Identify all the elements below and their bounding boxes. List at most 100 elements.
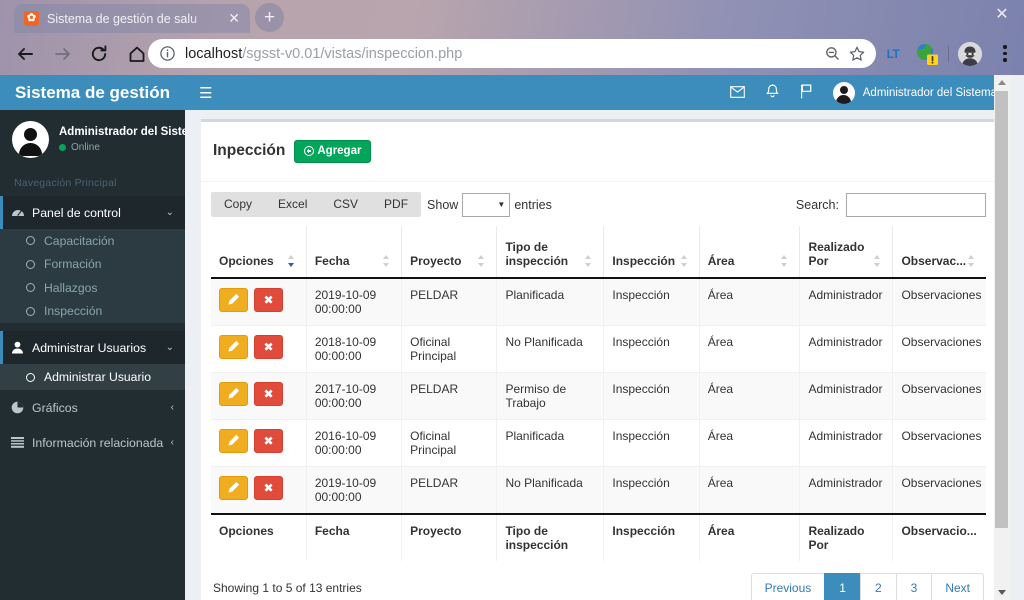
sort-desc-icon	[287, 254, 299, 267]
delete-button[interactable]: ✖	[254, 475, 283, 500]
new-tab-button[interactable]: +	[255, 3, 284, 32]
table-footer-controls: Showing 1 to 5 of 13 entries Previous 1 …	[211, 561, 986, 600]
sort-down-arrow	[383, 262, 390, 267]
column-header-realizado-por[interactable]: Realizado Por	[799, 225, 893, 279]
sort-icon	[968, 254, 979, 267]
search-label: Search:	[795, 197, 839, 212]
pagination-page-2[interactable]: 2	[859, 572, 896, 600]
add-button[interactable]: Agregar	[294, 139, 372, 164]
bell-icon[interactable]	[765, 84, 779, 101]
address-bar[interactable]: localhost/sgsst-v0.01/vistas/inspeccion.…	[148, 39, 876, 68]
scroll-up-arrow-icon[interactable]	[994, 75, 1009, 90]
pagination-page-3[interactable]: 3	[895, 572, 932, 600]
site-info-icon[interactable]	[159, 45, 176, 62]
navbar-user-menu[interactable]: Administrador del Sistema	[832, 81, 997, 104]
kebab-menu-icon[interactable]	[996, 42, 1014, 66]
sidebar-item-inspeccion[interactable]: Inspección	[0, 300, 185, 324]
sidebar-group-administrar-usuarios[interactable]: Administrar Usuarios ⌄ Administrar Usuar…	[0, 331, 185, 390]
profile-avatar-icon[interactable]	[958, 41, 982, 66]
csv-button[interactable]: CSV	[320, 192, 371, 217]
delete-button[interactable]: ✖	[254, 381, 283, 406]
sort-up-arrow	[874, 254, 881, 259]
cell-fecha: 2018-10-09 00:00:00	[305, 325, 402, 373]
edit-button[interactable]	[219, 287, 248, 312]
edit-button[interactable]	[219, 381, 248, 406]
entries-select[interactable]: ▼	[462, 192, 511, 217]
sort-icon	[781, 254, 792, 267]
window-close-icon[interactable]: ✕	[988, 2, 1016, 28]
cell-proyecto: Oficinal Principal	[401, 325, 497, 373]
language-tool-icon[interactable]: LT	[882, 43, 904, 65]
copy-button[interactable]: Copy	[211, 192, 265, 217]
sidebar-item-hallazgos[interactable]: Hallazgos	[0, 276, 185, 300]
column-header-observaciones[interactable]: Observac...	[892, 225, 986, 279]
column-header-label: Proyecto	[410, 253, 462, 268]
delete-button[interactable]: ✖	[254, 428, 283, 453]
arrow-down	[997, 590, 1006, 595]
cell-observacion: Observaciones	[892, 466, 986, 515]
delete-button[interactable]: ✖	[254, 334, 283, 359]
column-header-tipo-de-inspeccion[interactable]: Tipo de inspección	[496, 225, 604, 279]
sidebar-item-administrar-usuarios[interactable]: Administrar Usuarios ⌄	[0, 331, 185, 364]
column-header-inspeccion[interactable]: Inspección	[603, 225, 700, 279]
pagination-previous[interactable]: Previous	[750, 572, 825, 600]
show-label: Show	[427, 197, 459, 212]
page-viewport: Sistema de gestión Administrador del Sis…	[0, 75, 1024, 600]
scrollbar-thumb[interactable]	[995, 91, 1008, 528]
sidebar-item-graficos[interactable]: Gráficos ‹	[0, 390, 185, 425]
brand-logo[interactable]: Sistema de gestión	[0, 75, 185, 110]
sidebar-item-label: Información relacionada	[32, 435, 164, 450]
column-header-fecha[interactable]: Fecha	[305, 225, 402, 279]
edit-button[interactable]	[219, 475, 248, 500]
cell-proyecto: Oficinal Principal	[401, 419, 497, 467]
excel-button[interactable]: Excel	[265, 192, 320, 217]
star-icon[interactable]	[844, 45, 870, 63]
page-scrollbar[interactable]	[994, 75, 1009, 600]
sidebar-group-graficos[interactable]: Gráficos ‹	[0, 390, 185, 425]
cell-realizado-por: Administrador	[799, 419, 893, 467]
content-panel: Inpección Agregar Copy Excel CSV PDF Sho…	[201, 119, 996, 600]
column-header-area[interactable]: Área	[698, 225, 800, 279]
column-header-proyecto[interactable]: Proyecto	[401, 225, 497, 279]
edit-button[interactable]	[219, 428, 248, 453]
navbar-user-name: Administrador del Sistema	[862, 86, 997, 99]
sidebar-item-formacion[interactable]: Formación	[0, 253, 185, 277]
sidebar-group-panel-de-control[interactable]: Panel de control ⌄ Capacitación Formació…	[0, 196, 185, 323]
cell-area: Área	[698, 277, 800, 326]
hamburger-icon[interactable]: ☰	[199, 84, 212, 102]
pagination: Previous 1 2 3 Next	[750, 572, 984, 600]
edit-button[interactable]	[219, 334, 248, 359]
browser-tab[interactable]: ✿ Sistema de gestión de salu ✕	[14, 4, 250, 33]
close-icon[interactable]: ✕	[224, 10, 244, 27]
sidebar-item-capacitacion[interactable]: Capacitación	[0, 229, 185, 253]
pagination-page-1[interactable]: 1	[824, 572, 860, 600]
column-header-label: Área	[707, 253, 735, 268]
sidebar-user-panel[interactable]: Administrador del Sistema Online	[0, 110, 205, 168]
footer-tipo: Tipo de inspección	[496, 512, 604, 561]
sidebar-item-informacion-relacionada[interactable]: Información relacionada ‹	[0, 425, 185, 460]
sort-down-arrow	[680, 262, 687, 267]
chevron-left-icon: ‹	[170, 402, 174, 413]
forward-arrow-icon[interactable]	[48, 39, 78, 69]
pdf-button[interactable]: PDF	[371, 192, 421, 217]
flag-icon[interactable]	[800, 84, 812, 101]
cell-inspeccion: Inspección	[603, 277, 700, 326]
table-row: ✖ 2016-10-09 00:00:00 Oficinal Principal…	[211, 419, 986, 467]
cell-realizado-por: Administrador	[799, 325, 893, 373]
reload-icon[interactable]	[84, 39, 114, 69]
zoom-out-icon[interactable]	[820, 45, 844, 62]
pagination-next[interactable]: Next	[931, 572, 984, 600]
sidebar-item-panel-de-control[interactable]: Panel de control ⌄	[0, 196, 185, 229]
back-arrow-icon[interactable]	[10, 39, 40, 69]
footer-area: Área	[698, 512, 800, 561]
scroll-down-arrow-icon[interactable]	[994, 585, 1009, 600]
sort-down-arrow	[874, 262, 881, 267]
globe-warning-icon[interactable]	[914, 42, 940, 66]
content-wrapper: Inpección Agregar Copy Excel CSV PDF Sho…	[185, 110, 1009, 600]
envelope-icon[interactable]	[729, 85, 745, 100]
column-header-opciones[interactable]: Opciones	[211, 225, 307, 279]
sidebar-group-informacion-relacionada[interactable]: Información relacionada ‹	[0, 425, 185, 460]
search-input[interactable]	[846, 192, 986, 217]
delete-button[interactable]: ✖	[254, 287, 283, 312]
sidebar-item-administrar-usuario[interactable]: Administrar Usuario	[0, 364, 185, 390]
